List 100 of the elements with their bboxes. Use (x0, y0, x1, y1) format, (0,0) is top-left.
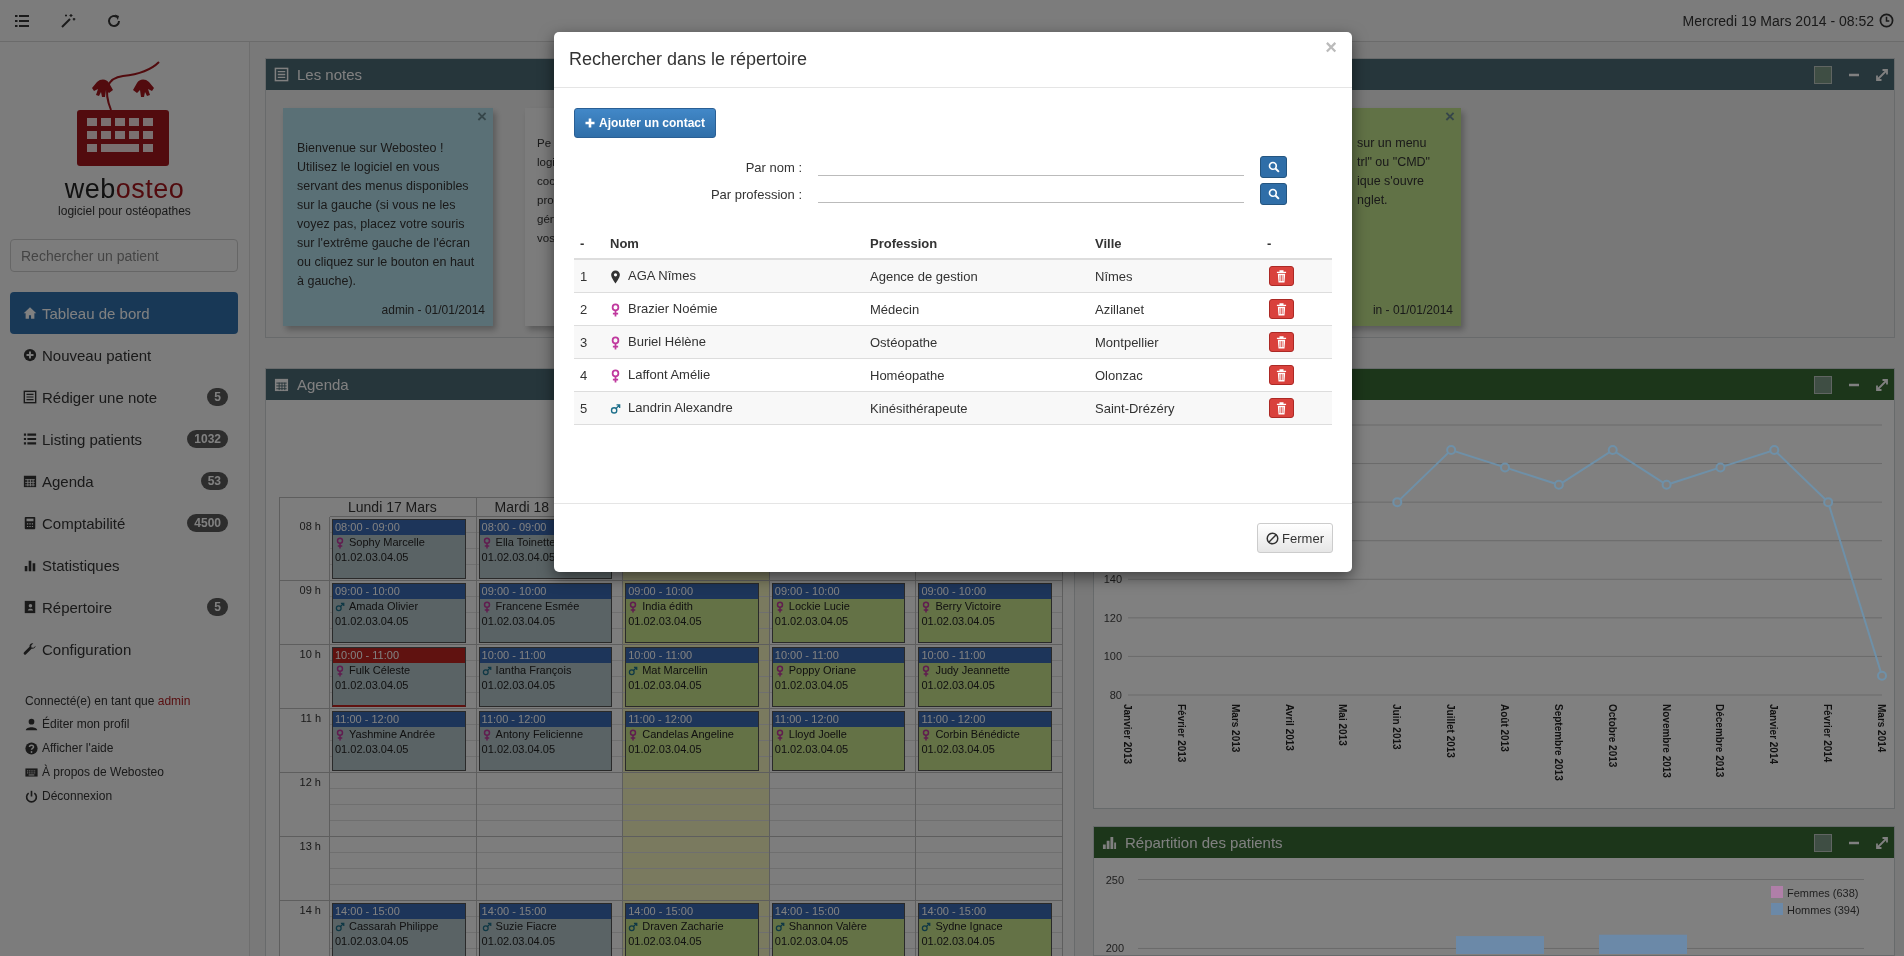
nav-item[interactable]: Statistiques (10, 544, 238, 586)
female-icon (774, 664, 785, 677)
expand-icon[interactable] (1876, 836, 1888, 849)
search-field[interactable]: Rechercher un patient (10, 239, 238, 272)
delete-button[interactable] (1269, 365, 1294, 385)
note-text: trl" ou "CMD" (1357, 154, 1431, 171)
female-icon (610, 335, 621, 350)
expand-icon[interactable] (1876, 68, 1888, 81)
data-point (1661, 479, 1672, 490)
male-icon (481, 664, 492, 677)
search-icon (1267, 188, 1280, 200)
sidebar-link[interactable]: Afficher l'aide (25, 736, 114, 760)
table-cell: Agence de gestion (864, 259, 1089, 293)
nav-item[interactable]: Répertoire 5 (10, 586, 238, 628)
male-icon (774, 920, 785, 933)
refresh-icon[interactable] (106, 12, 122, 29)
close-icon[interactable]: × (1325, 36, 1337, 59)
delete-button[interactable] (1269, 332, 1294, 352)
note-text: nglet. (1357, 192, 1388, 209)
female-icon (774, 600, 785, 613)
female-icon (921, 728, 932, 741)
sidebar-link[interactable]: Éditer mon profil (25, 712, 130, 736)
count-badge: 5 (207, 388, 228, 406)
nav-item[interactable]: Comptabilité 4500 (10, 502, 238, 544)
nav-item[interactable]: Listing patients 1032 (10, 418, 238, 460)
table-cell: 5 (574, 391, 604, 425)
male-icon (921, 920, 932, 933)
hour-label: 10 h (280, 645, 330, 709)
table-cell: Kinésithérapeute (864, 391, 1089, 425)
calendar-cell[interactable] (476, 773, 624, 837)
field-label: Par nom : (744, 159, 802, 175)
calendar-cell[interactable] (623, 837, 770, 901)
home-icon (23, 306, 37, 320)
brand-tagline: logiciel pour ostéopathes (58, 204, 191, 218)
sidebar-link[interactable]: Déconnexion (25, 784, 113, 808)
female-icon (335, 536, 345, 549)
female-icon (921, 600, 932, 613)
wrench-icon (23, 642, 37, 656)
table-cell: 2 (574, 292, 604, 326)
user-link[interactable]: admin (157, 694, 191, 708)
axis-label: 120 (1103, 611, 1122, 624)
list-icon[interactable] (14, 12, 30, 29)
data-point (1500, 462, 1510, 473)
delete-button[interactable] (1269, 266, 1294, 286)
count-badge: 1032 (187, 430, 228, 448)
search-button[interactable] (1260, 183, 1287, 205)
calendar-cell[interactable] (916, 773, 1063, 837)
delete-button[interactable] (1269, 299, 1294, 319)
plus-circle-icon (23, 348, 37, 362)
female-icon (610, 302, 621, 317)
color-square-icon[interactable] (1814, 375, 1832, 394)
search-button[interactable] (1260, 156, 1287, 178)
close-icon[interactable]: × (477, 108, 487, 126)
table-cell: Ostéopathe (864, 325, 1089, 359)
axis-label: Décembre 2013 (1714, 704, 1726, 778)
table-cell: Homéopathe (864, 358, 1089, 392)
add-contact-button[interactable]: Ajouter un contact (574, 108, 716, 138)
calendar-cell[interactable] (330, 773, 477, 837)
delete-button[interactable] (1269, 398, 1294, 418)
panel-title: Les notes (297, 66, 363, 83)
date-time: Mercredi 19 Mars 2014 - 08:52 (1682, 12, 1874, 29)
calendar-cell[interactable] (623, 773, 770, 837)
data-point (1553, 479, 1564, 490)
calendar-cell[interactable] (476, 837, 624, 901)
calendar-cell[interactable] (330, 837, 477, 901)
data-point (1607, 445, 1618, 456)
data-point (1823, 497, 1834, 508)
nav-item[interactable]: Nouveau patient (10, 334, 238, 376)
nav-item[interactable]: Agenda 53 (10, 460, 238, 502)
hour-label: 09 h (280, 581, 330, 645)
nav-item[interactable]: Rédiger une note 5 (10, 376, 238, 418)
power-icon (25, 789, 38, 803)
table-cell: Landrin Alexandre (604, 391, 864, 425)
axis-label: Mars 2014 (1876, 704, 1887, 753)
color-square-icon[interactable] (1814, 65, 1832, 84)
axis-label: Janvier 2013 (1122, 704, 1133, 765)
color-square-icon[interactable] (1814, 833, 1832, 852)
nav-item[interactable]: Tableau de bord (10, 292, 238, 334)
calendar-cell[interactable] (769, 773, 917, 837)
note-text: coc (537, 174, 555, 189)
close-button[interactable]: Fermer (1257, 523, 1333, 553)
expand-icon[interactable] (1876, 378, 1888, 391)
female-icon (774, 728, 785, 741)
calendar-cell[interactable] (769, 837, 917, 901)
note-text: ique s'ouvre (1357, 173, 1424, 190)
male-icon (481, 920, 492, 933)
search-icon (1267, 161, 1280, 173)
axis-label: Septembre 2013 (1552, 704, 1564, 781)
table-cell: Azillanet (1089, 292, 1261, 326)
sidebar-link[interactable]: À propos de Webosteo (25, 760, 164, 784)
calendar-cell[interactable] (916, 837, 1063, 901)
close-icon[interactable]: × (1445, 108, 1455, 126)
female-icon (481, 600, 492, 613)
magic-wand-icon[interactable] (60, 12, 76, 29)
trash-icon (1276, 335, 1287, 349)
female-icon (628, 600, 639, 613)
table-cell: 4 (574, 358, 604, 392)
table-cell: Médecin (864, 292, 1089, 326)
nav-item[interactable]: Configuration (10, 628, 238, 670)
table-cell: Brazier Noémie (604, 292, 864, 326)
